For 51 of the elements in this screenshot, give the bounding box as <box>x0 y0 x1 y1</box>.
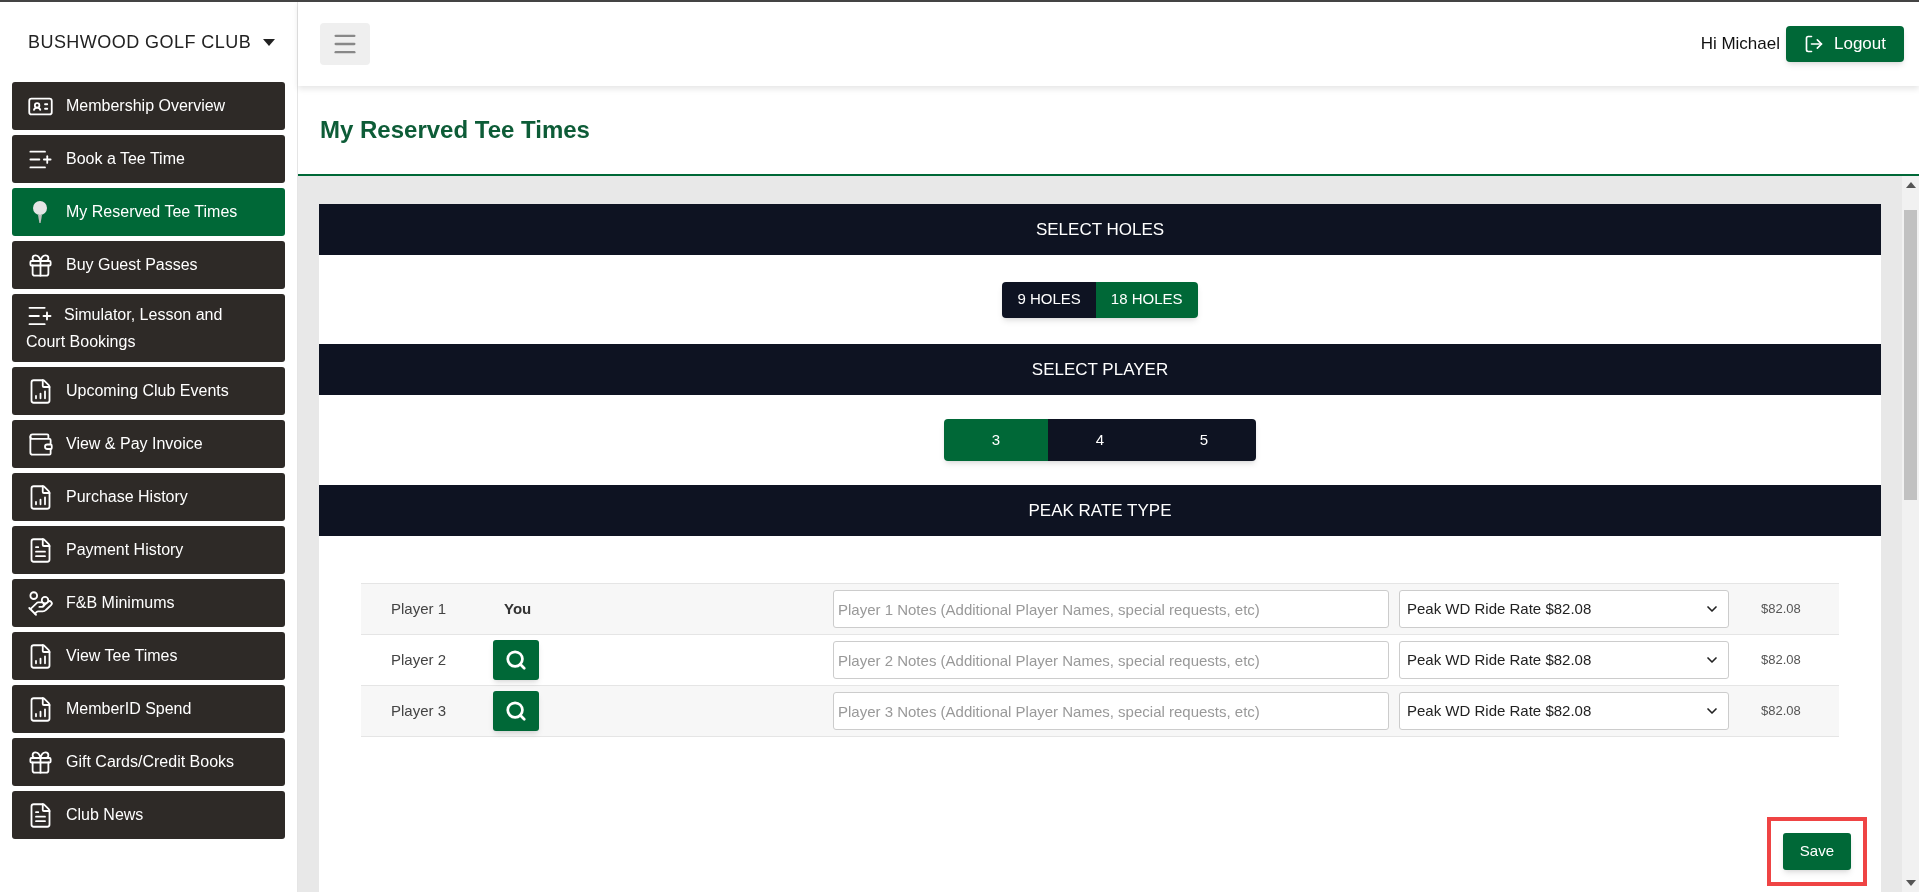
sidebar-item[interactable]: Payment History <box>12 526 285 574</box>
player-count-option[interactable]: 5 <box>1152 419 1256 461</box>
section-heading: SELECT PLAYER <box>319 344 1881 395</box>
section-heading: SELECT HOLES <box>319 204 1881 255</box>
rate-select[interactable]: Peak WD Ride Rate $82.08 <box>1399 590 1729 628</box>
save-button[interactable]: Save <box>1782 833 1851 870</box>
scroll-down-icon[interactable] <box>1905 880 1916 886</box>
golf-ball-icon <box>32 200 48 224</box>
search-button[interactable] <box>493 640 539 680</box>
holes-option[interactable]: 18 HOLES <box>1095 281 1198 318</box>
player-label: Player 2 <box>390 649 448 670</box>
sidebar-item[interactable]: Buy Guest Passes <box>12 241 285 289</box>
sidebar-item[interactable]: Simulator, Lesson and Court Bookings <box>12 294 285 362</box>
sidebar-item[interactable]: F&B Minimums <box>12 579 285 627</box>
player-label: Player 1 <box>390 598 448 619</box>
sidebar-item[interactable]: Upcoming Club Events <box>12 367 285 415</box>
sidebar-item[interactable]: Membership Overview <box>12 82 285 130</box>
price: $82.08 <box>1761 651 1801 670</box>
price: $82.08 <box>1761 600 1801 619</box>
notes-field[interactable]: Player 2 Notes (Additional Player Names, special requests, etc) <box>833 641 1389 679</box>
logout-icon <box>1804 34 1824 54</box>
sidebar-item[interactable]: View & Pay Invoice <box>12 420 285 468</box>
price: $82.08 <box>1761 702 1801 721</box>
holes-option[interactable]: 9 HOLES <box>1002 281 1096 318</box>
player-count-option[interactable]: 4 <box>1048 419 1152 461</box>
search-icon <box>505 700 527 722</box>
page-title: My Reserved Tee Times <box>320 115 590 145</box>
logout-button[interactable]: Logout <box>1786 26 1904 62</box>
greeting: Hi Michael <box>1700 33 1780 56</box>
notes-field[interactable]: Player 3 Notes (Additional Player Names, special requests, etc) <box>833 692 1389 730</box>
menu-button[interactable] <box>320 23 370 65</box>
sidebar-item[interactable]: View Tee Times <box>12 632 285 680</box>
caret-icon[interactable] <box>263 38 276 46</box>
section-heading: PEAK RATE TYPE <box>319 485 1881 536</box>
rate-select[interactable]: Peak WD Ride Rate $82.08 <box>1399 641 1729 679</box>
scrollbar[interactable] <box>1902 176 1919 892</box>
sidebar-item[interactable]: Club News <box>12 791 285 839</box>
search-icon <box>505 649 527 671</box>
sidebar-item[interactable]: My Reserved Tee Times <box>12 188 285 236</box>
sidebar-item[interactable]: MemberID Spend <box>12 685 285 733</box>
player-label: Player 3 <box>390 700 448 721</box>
scroll-up-icon[interactable] <box>1905 182 1916 188</box>
notes-field[interactable]: Player 1 Notes (Additional Player Names, special requests, etc) <box>833 590 1389 628</box>
club-name[interactable]: BUSHWOOD GOLF CLUB <box>28 28 252 56</box>
sidebar-item[interactable]: Purchase History <box>12 473 285 521</box>
player-count-option[interactable]: 3 <box>944 419 1048 461</box>
player-name: You <box>503 600 532 617</box>
rate-select[interactable]: Peak WD Ride Rate $82.08 <box>1399 692 1729 730</box>
search-button[interactable] <box>493 691 539 731</box>
sidebar-item[interactable]: Gift Cards/Credit Books <box>12 738 285 786</box>
sidebar-item[interactable]: Book a Tee Time <box>12 135 285 183</box>
